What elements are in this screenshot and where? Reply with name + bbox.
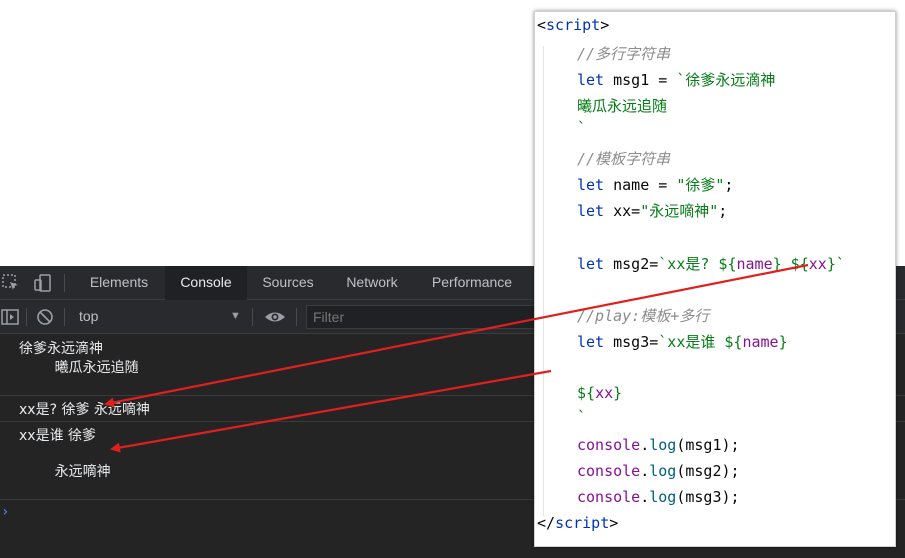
code-line-msg3-cont: ${xx} (577, 384, 623, 402)
code-line-msg1-end: ` (577, 119, 587, 137)
inspect-element-icon[interactable] (2, 274, 20, 292)
clear-console-icon[interactable] (36, 308, 54, 326)
toolbar-divider (64, 308, 65, 326)
toolbar-divider (296, 308, 297, 326)
live-expression-eye-icon[interactable] (264, 308, 285, 326)
tab-elements[interactable]: Elements (76, 266, 162, 299)
console-line: 曦瓜永远追随 (19, 360, 139, 376)
toolbar-divider (26, 308, 27, 326)
code-line-log3: console.log(msg3); (577, 488, 740, 506)
code-line-close-tag: </script> (537, 514, 619, 532)
console-prompt-icon[interactable]: › (1, 504, 9, 520)
toolbar-divider (252, 308, 253, 326)
tab-divider (64, 274, 65, 292)
code-comment: //play:模板+多行 (577, 307, 710, 325)
tab-console[interactable]: Console (165, 266, 247, 301)
code-comment: //多行字符串 (577, 45, 671, 63)
dropdown-arrow-icon: ▼ (230, 310, 241, 322)
code-line-xx: let xx="永远嘀神"; (577, 202, 728, 220)
tab-sources[interactable]: Sources (250, 266, 326, 299)
console-line: xx是谁 徐爹 (19, 428, 97, 444)
code-line-msg3: let msg3=`xx是谁 ${name} (577, 333, 788, 351)
tab-performance[interactable]: Performance (418, 266, 526, 299)
context-selector[interactable]: top ▼ (70, 304, 248, 329)
context-selector-value: top (79, 308, 99, 324)
code-comment: //模板字符串 (577, 150, 671, 168)
code-line-open-tag: <script> (537, 16, 610, 34)
indent-guide (543, 46, 544, 516)
code-line-msg1-cont: 曦瓜永远追随 (577, 97, 668, 115)
tab-network[interactable]: Network (330, 266, 414, 299)
console-filter-input[interactable] (306, 305, 546, 329)
code-line-name: let name = "徐爹"; (577, 176, 734, 194)
sidebar-toggle-icon[interactable] (1, 308, 19, 326)
code-line-msg1: let msg1 = `徐爹永远滴神 (577, 71, 776, 89)
device-toolbar-icon[interactable] (34, 274, 52, 292)
code-line-msg3-end: ` (577, 408, 587, 426)
console-line: 徐爹永远滴神 (19, 341, 103, 357)
console-line: xx是? 徐爹 永远嘀神 (19, 402, 150, 418)
code-line-log2: console.log(msg2); (577, 462, 740, 480)
code-line-msg2: let msg2=`xx是? ${name} ${xx}` (577, 255, 845, 273)
code-editor-panel: <script> //多行字符串 let msg1 = `徐爹永远滴神 曦瓜永远… (534, 11, 896, 547)
console-line: 永远嘀神 (19, 464, 111, 480)
code-line-log1: console.log(msg1); (577, 436, 740, 454)
